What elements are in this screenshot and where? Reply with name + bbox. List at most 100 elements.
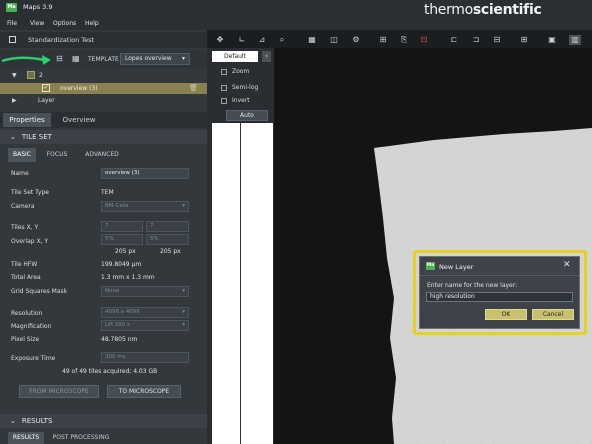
collapse-icon[interactable]: ▶ [12, 97, 17, 104]
resolution-select[interactable]: 4096 x 4096 ▾ [101, 307, 189, 318]
chevron-down-icon: ▾ [182, 288, 185, 294]
image-icon[interactable]: ▣ [546, 35, 558, 45]
tab-results[interactable]: RESULTS [8, 432, 44, 444]
pointer-arrow-icon [1, 55, 51, 65]
tab-overview[interactable]: Overview [55, 113, 103, 127]
tiles-icon[interactable]: ⊞ [518, 35, 530, 45]
mask-select[interactable]: None ▾ [101, 286, 189, 297]
measure-icon[interactable]: ⊿ [256, 35, 268, 45]
template-label: TEMPLATE [88, 56, 119, 63]
histogram-marker[interactable] [240, 123, 241, 444]
layer-label: Layer [38, 97, 55, 104]
overlap-px-y: 205 px [160, 248, 181, 255]
item-checkbox[interactable]: ✓ [42, 84, 50, 92]
angle-icon[interactable]: ∟ [236, 35, 248, 45]
overlap-px-x: 205 px [115, 248, 136, 255]
menu-view[interactable]: View [30, 20, 44, 27]
name-input[interactable]: overview (3) [101, 168, 189, 179]
chevron-down-icon: ▾ [182, 322, 185, 328]
exposure-input[interactable]: 300 ms [101, 352, 189, 363]
zoom-label: Zoom [232, 68, 250, 75]
image-canvas[interactable] [274, 48, 592, 444]
grid-icon[interactable]: ▦ [306, 35, 318, 45]
dialog-divider [420, 275, 579, 276]
preset-tab-default[interactable]: Default [212, 51, 258, 62]
chevron-down-icon: ▾ [182, 203, 185, 209]
template-select[interactable]: Lopes overview ▾ [120, 53, 190, 65]
trash-icon[interactable]: 🗑 [189, 84, 198, 92]
cancel-button[interactable]: Cancel [532, 309, 574, 320]
tiles-label: Tiles X, Y [11, 224, 39, 231]
menu-help[interactable]: Help [85, 20, 99, 27]
tree-item-selected[interactable] [0, 83, 207, 94]
move-icon[interactable]: ✥ [214, 35, 226, 45]
tile-set-header[interactable]: ⌄ TILE SET [0, 130, 207, 144]
layers-icon[interactable]: ◫ [328, 35, 340, 45]
camera-select[interactable]: BM-Ceta ▾ [101, 201, 189, 212]
template-save-icon[interactable]: ⊟ [56, 54, 63, 63]
project-name: Standardization Test [28, 36, 95, 44]
zoom-icon[interactable]: ⌕ [276, 35, 288, 45]
ok-button[interactable]: OK [485, 309, 527, 320]
semilog-checkbox[interactable] [221, 85, 227, 91]
frame-icon[interactable]: ⊏ [448, 35, 460, 45]
to-microscope-button[interactable]: TO MICROSCOPE [107, 385, 181, 398]
acquisition-status: 49 of 49 tiles acquired; 4.03 GB [62, 368, 158, 375]
menu-options[interactable]: Options [53, 20, 76, 27]
close-icon[interactable]: ✕ [563, 260, 571, 270]
dialog-title: New Layer [439, 263, 474, 271]
hfw-label: Tile HFW [11, 261, 38, 268]
invert-checkbox[interactable] [221, 98, 227, 104]
from-microscope-button[interactable]: FROM MICROSCOPE [19, 385, 99, 398]
tiles-x-input[interactable]: 7 [101, 221, 143, 232]
tab-properties[interactable]: Properties [3, 113, 51, 127]
specimen-image [274, 48, 592, 444]
resolution-label: Resolution [11, 310, 43, 317]
layer-name-input[interactable]: high resolution [426, 292, 573, 302]
zoom-checkbox[interactable] [221, 69, 227, 75]
magnification-label: Magnification [11, 323, 52, 330]
frame3-icon[interactable]: ⊟ [491, 35, 503, 45]
panel-toggle-icon[interactable] [9, 36, 16, 43]
tab-focus[interactable]: FOCUS [40, 148, 74, 162]
collapse-panel-icon[interactable]: ‹ [262, 51, 271, 62]
magnification-select[interactable]: LM 280 x ▾ [101, 320, 189, 331]
frame2-icon[interactable]: ⊐ [470, 35, 482, 45]
tab-post-processing[interactable]: POST PROCESSING [50, 432, 112, 444]
type-label: Tile Set Type [11, 189, 49, 196]
add-icon[interactable]: ⊞ [377, 35, 389, 45]
expand-icon[interactable]: ▼ [12, 72, 17, 79]
invert-label: Invert [232, 97, 250, 104]
hfw-value: 199.8049 µm [101, 261, 142, 268]
settings-icon[interactable]: ⚙ [350, 35, 362, 45]
mask-label: Grid Squares Mask [11, 288, 68, 295]
tab-advanced[interactable]: ADVANCED [78, 148, 126, 162]
overlap-x-input[interactable]: 5% [101, 234, 143, 245]
template-grid-icon[interactable]: ▦ [72, 54, 80, 63]
chevron-down-icon: ▾ [181, 55, 185, 62]
overlap-y-input[interactable]: 5% [146, 234, 189, 245]
export-icon[interactable]: ⎘ [398, 35, 410, 45]
auto-button[interactable]: Auto [226, 110, 268, 121]
menu-file[interactable]: File [7, 20, 17, 27]
overlap-label: Overlap X, Y [11, 238, 49, 245]
histogram-area[interactable] [212, 123, 273, 444]
app-title: Maps 3.9 [23, 3, 53, 11]
tab-basic[interactable]: BASIC [8, 148, 36, 162]
results-header[interactable]: ⌄ RESULTS [0, 414, 207, 428]
crop-icon[interactable]: ⊡ [418, 35, 430, 45]
name-label: Name [11, 170, 29, 177]
chevron-down-icon: ▾ [182, 309, 185, 315]
tree-item-label: overview (3) [60, 85, 98, 92]
area-value: 1.3 mm x 1.3 mm [101, 274, 155, 281]
pixel-size-value: 48.7805 nm [101, 336, 138, 343]
pixel-size-label: Pixel Size [11, 336, 40, 343]
exposure-label: Exposure Time [11, 355, 56, 362]
dialog-prompt: Enter name for the new layer: [427, 282, 518, 289]
tiles-y-input[interactable]: 7 [146, 221, 189, 232]
area-label: Total Area [11, 274, 41, 281]
type-value: TEM [101, 189, 114, 196]
brand-logo: thermoscientific [424, 2, 542, 18]
panel-icon[interactable]: ▥ [569, 35, 581, 45]
group-checkbox[interactable] [27, 71, 35, 79]
